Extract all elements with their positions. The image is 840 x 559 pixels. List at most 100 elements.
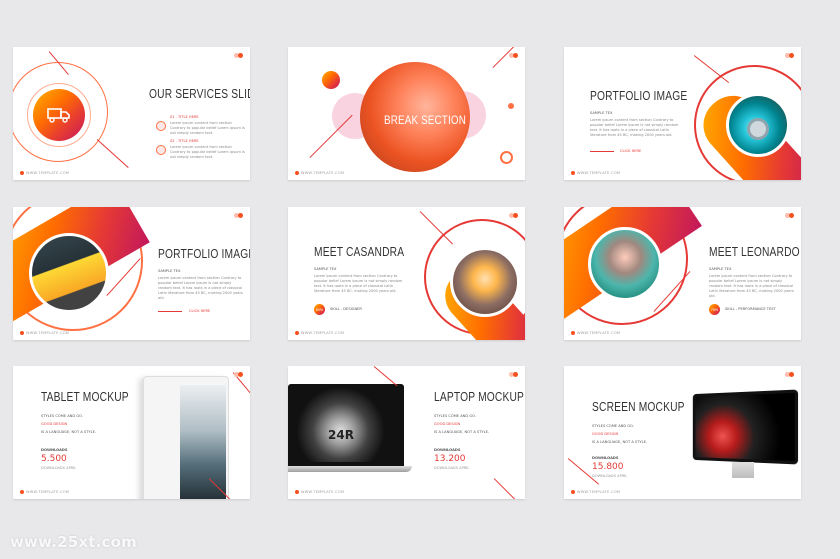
page-indicator (513, 53, 518, 58)
item-1-label: 01 . TITLE HERE (170, 115, 199, 119)
tagline-line-2: GOOD DESIGN (592, 432, 619, 436)
slide-footer: WWW.TEMPLATE.COM (20, 331, 69, 335)
body-text: Lorem ipsum content from section Contrar… (314, 274, 403, 293)
page-indicator (238, 213, 243, 218)
slide-title: OUR SERVICES SLIDES (149, 87, 250, 101)
stat-caption: DOWNLOADS APRIL (41, 466, 77, 470)
tablet-device (143, 376, 229, 499)
skill-label: SKILL - DESIGNER (330, 307, 362, 311)
slide-portfolio-left[interactable]: PORTFOLIO IMAGE SAMPLE TEX Lorem ipsum c… (13, 207, 250, 340)
page-indicator (513, 372, 518, 377)
diagonal-accent-line (693, 55, 730, 84)
stat-caption: DOWNLOADS APRIL (434, 466, 470, 470)
diagonal-accent-line (492, 47, 522, 69)
sample-text-label: SAMPLE TEX (158, 269, 181, 273)
stat-label: DOWNLOADS (592, 456, 619, 460)
watermark-text: www.25xt.com (10, 533, 137, 551)
stat-value: 13.200 (434, 454, 466, 464)
slide-footer: WWW.TEMPLATE.COM (20, 171, 69, 175)
skill-label: SKILL - PERFORMANCE TEST (725, 307, 776, 311)
page-indicator (513, 213, 518, 218)
slide-footer: WWW.TEMPLATE.COM (295, 331, 344, 335)
skill-badge: 80% (314, 304, 325, 315)
headlight-icon (747, 118, 769, 140)
skill-percent: 75% (710, 307, 719, 312)
stat-label: DOWNLOADS (434, 448, 461, 452)
tagline-line-3: IS A LANGUAGE, NOT A STYLE. (41, 430, 97, 434)
tagline-line-3: IS A LANGUAGE, NOT A STYLE. (434, 430, 490, 434)
slide-services[interactable]: OUR SERVICES SLIDES 01 . TITLE HERE Lore… (13, 47, 250, 180)
monitor-stand (732, 462, 754, 478)
slide-title: TABLET MOCKUP (41, 390, 129, 404)
casandra-photo (450, 247, 520, 317)
slide-footer: WWW.TEMPLATE.COM (295, 490, 344, 494)
slide-laptop-mockup[interactable]: 24R LAPTOP MOCKUP STYLES COME AND GO. GO… (288, 366, 525, 499)
slide-tablet-mockup[interactable]: TABLET MOCKUP STYLES COME AND GO. GOOD D… (13, 366, 250, 499)
leonardo-photo (588, 227, 662, 301)
body-text: Lorem ipsum content from section Contrar… (709, 274, 794, 298)
slide-portfolio-right[interactable]: PORTFOLIO IMAGE SAMPLE TEX Lorem ipsum c… (564, 47, 801, 180)
diagonal-accent-line (96, 139, 129, 169)
truck-icon (47, 108, 70, 123)
item-2-label: 02 . TITLE HERE (170, 139, 199, 143)
diagonal-accent-line (493, 478, 523, 499)
break-section-title: BREAK SECTION (384, 113, 466, 127)
slide-title: LAPTOP MOCKUP (434, 390, 525, 404)
slide-title: PORTFOLIO IMAGE (590, 89, 688, 103)
page-indicator (789, 213, 794, 218)
orange-dot-small (508, 103, 514, 109)
page-indicator (789, 53, 794, 58)
slide-footer: WWW.TEMPLATE.COM (571, 331, 620, 335)
monitor-device (692, 389, 799, 465)
slide-meet-leonardo[interactable]: MEET LEONARDO SAMPLE TEX Lorem ipsum con… (564, 207, 801, 340)
car-photo (726, 93, 790, 157)
orange-dot-large (322, 71, 340, 89)
slide-screen-mockup[interactable]: SCREEN MOCKUP STYLES COME AND GO. GOOD D… (564, 366, 801, 499)
page-indicator (789, 372, 794, 377)
click-here-link[interactable]: CLICK HERE (620, 149, 641, 153)
slide-title: MEET CASANDRA (314, 245, 405, 259)
body-text: Lorem ipsum content from section Contrar… (590, 118, 679, 137)
skill-percent: 80% (315, 307, 324, 312)
laptop-device: 24R (288, 384, 404, 466)
slide-footer: WWW.TEMPLATE.COM (295, 171, 344, 175)
slide-footer: WWW.TEMPLATE.COM (20, 490, 69, 494)
item-2-icon (156, 145, 166, 155)
service-icon-circle (33, 89, 85, 141)
skill-badge: 75% (709, 304, 720, 315)
slide-break-section[interactable]: BREAK SECTION WWW.TEMPLATE.COM (288, 47, 525, 180)
tagline-line-3: IS A LANGUAGE, NOT A STYLE. (592, 440, 648, 444)
page-indicator (238, 372, 243, 377)
laptop-screen: 24R (292, 388, 400, 462)
item-1-text: Lorem ipsum content from section Contrar… (170, 121, 245, 135)
laptop-base (288, 466, 412, 472)
tagline-line-1: STYLES COME AND GO. (592, 424, 634, 428)
body-text: Lorem ipsum content from section Contrar… (158, 276, 243, 300)
monitor-screen (695, 392, 795, 462)
sample-text-label: SAMPLE TEX (590, 111, 613, 115)
slide-footer: WWW.TEMPLATE.COM (571, 171, 620, 175)
slide-title: SCREEN MOCKUP (592, 400, 685, 414)
stat-value: 15.800 (592, 462, 624, 472)
sample-text-label: SAMPLE TEX (709, 267, 732, 271)
orange-ring-small (500, 151, 513, 164)
stat-label: DOWNLOADS (41, 448, 68, 452)
tagline-line-1: STYLES COME AND GO. (41, 414, 83, 418)
slide-meet-casandra[interactable]: MEET CASANDRA SAMPLE TEX Lorem ipsum con… (288, 207, 525, 340)
tagline-line-1: STYLES COME AND GO. (434, 414, 476, 418)
sample-text-label: SAMPLE TEX (314, 267, 337, 271)
stat-value: 5.500 (41, 454, 67, 464)
slide-title: PORTFOLIO IMAGE (158, 247, 250, 261)
gear-shift-label: 24R (328, 428, 354, 442)
tagline-line-2: GOOD DESIGN (41, 422, 68, 426)
click-here-link[interactable]: CLICK HERE (189, 309, 210, 313)
car-photo (29, 233, 109, 313)
tablet-screen (180, 385, 226, 499)
tagline-line-2: GOOD DESIGN (434, 422, 461, 426)
page-indicator (238, 53, 243, 58)
slide-title: MEET LEONARDO (709, 245, 800, 259)
item-2-text: Lorem ipsum content from section Contrar… (170, 145, 245, 159)
item-1-icon (156, 121, 166, 131)
link-underline (158, 311, 182, 313)
slide-footer: WWW.TEMPLATE.COM (571, 490, 620, 494)
